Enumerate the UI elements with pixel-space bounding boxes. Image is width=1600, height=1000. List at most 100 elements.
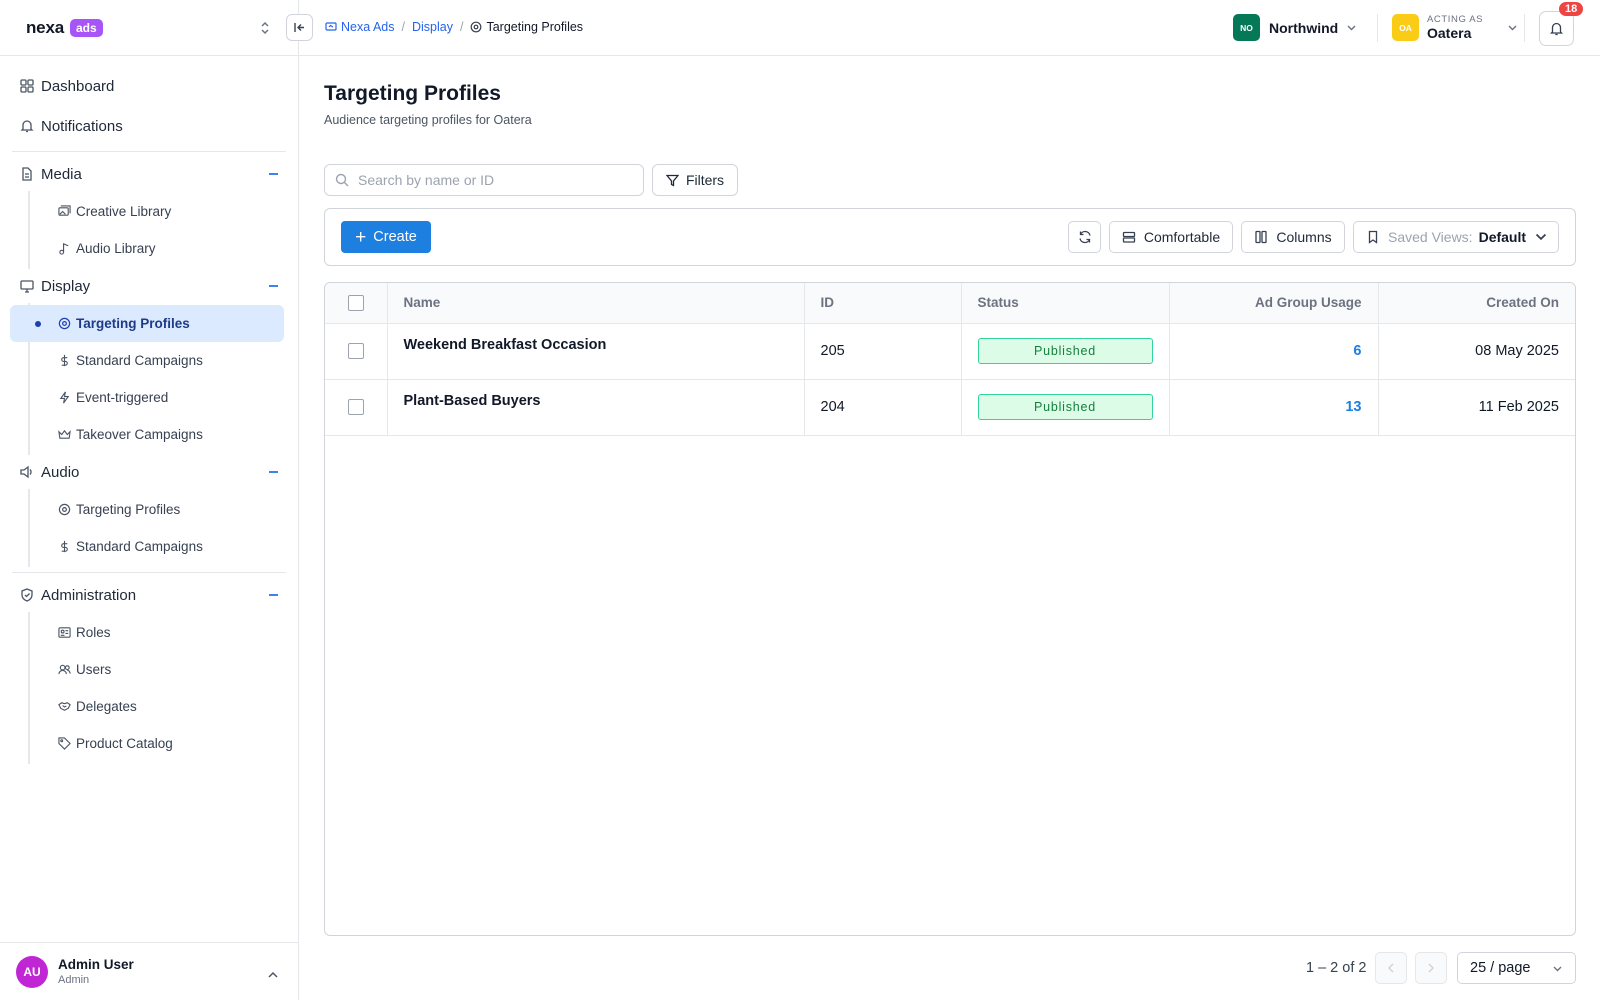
sidebar-item-label: Event-triggered — [76, 390, 169, 405]
notifications-button[interactable] — [1539, 11, 1574, 46]
nav-group-media[interactable]: Media — [0, 157, 298, 191]
sidebar-item-label: Targeting Profiles — [76, 502, 181, 517]
nav-group-administration[interactable]: Administration — [0, 578, 298, 612]
id-card-icon — [58, 626, 71, 639]
sidebar: nexa ads Dashboard Notifications Media C… — [0, 0, 299, 1000]
search-icon — [335, 173, 349, 187]
column-header-id[interactable]: ID — [804, 283, 962, 324]
sidebar-item-label: Targeting Profiles — [76, 316, 190, 331]
divider — [1524, 14, 1525, 42]
column-header-status[interactable]: Status — [961, 283, 1170, 324]
sidebar-item-label: Takeover Campaigns — [76, 427, 203, 442]
org-switcher[interactable]: NO Northwind — [1233, 14, 1357, 41]
data-table: Name ID Status Ad Group Usage Created On… — [324, 282, 1576, 936]
table-row[interactable]: Weekend Breakfast Occasion 205 Published… — [325, 323, 1575, 380]
cell-ad-group-usage-link[interactable]: 13 — [1169, 379, 1379, 436]
breadcrumb-current: Targeting Profiles — [470, 20, 583, 34]
user-name: Admin User — [58, 957, 134, 972]
sidebar-item-users[interactable]: Users — [10, 651, 284, 688]
search-input[interactable] — [358, 172, 628, 188]
sidebar-item-audio-standard-campaigns[interactable]: Standard Campaigns — [10, 528, 284, 565]
columns-icon — [1255, 230, 1268, 244]
search-box[interactable] — [324, 164, 644, 196]
row-checkbox[interactable] — [347, 399, 364, 416]
acting-as-switcher[interactable]: OA ACTING AS Oatera — [1392, 14, 1518, 41]
acting-avatar: OA — [1392, 14, 1419, 41]
nav-notifications-label: Notifications — [41, 117, 123, 135]
cell-name[interactable]: Plant-Based Buyers — [387, 379, 805, 436]
density-button[interactable]: Comfortable — [1109, 221, 1233, 253]
refresh-button[interactable] — [1068, 221, 1101, 253]
collapse-minus-icon[interactable] — [269, 173, 278, 175]
column-header-ad-group-usage[interactable]: Ad Group Usage — [1169, 283, 1379, 324]
select-all-checkbox[interactable] — [347, 294, 364, 311]
chevron-right-icon — [1428, 963, 1435, 973]
sidebar-item-audio-library[interactable]: Audio Library — [10, 230, 284, 267]
nav-dashboard[interactable]: Dashboard — [0, 66, 298, 106]
tag-icon — [58, 737, 71, 750]
sidebar-item-product-catalog[interactable]: Product Catalog — [10, 725, 284, 762]
status-badge: Published — [977, 338, 1153, 364]
shield-icon — [21, 588, 33, 602]
pagination-range: 1 – 2 of 2 — [1306, 960, 1367, 976]
collapse-sidebar-button[interactable] — [286, 14, 313, 41]
nav-group-audio[interactable]: Audio — [0, 455, 298, 489]
grid-icon — [20, 79, 34, 93]
nav-group-audio-label: Audio — [41, 463, 80, 481]
cell-ad-group-usage-link[interactable]: 6 — [1169, 323, 1379, 380]
sidebar-item-display-targeting-profiles[interactable]: Targeting Profiles — [10, 305, 284, 342]
sidebar-item-delegates[interactable]: Delegates — [10, 688, 284, 725]
breadcrumb-nexa-ads[interactable]: Nexa Ads — [325, 20, 395, 34]
sidebar-item-takeover-campaigns[interactable]: Takeover Campaigns — [10, 416, 284, 453]
chevron-up-icon[interactable] — [267, 967, 279, 978]
sidebar-item-display-standard-campaigns[interactable]: Standard Campaigns — [10, 342, 284, 379]
saved-views-select[interactable]: Saved Views: Default — [1353, 221, 1559, 253]
prev-page-button[interactable] — [1375, 952, 1407, 984]
dollar-icon — [58, 354, 71, 367]
page-size-select[interactable]: 25 / page — [1457, 952, 1576, 984]
sidebar-item-event-triggered[interactable]: Event-triggered — [10, 379, 284, 416]
user-menu[interactable]: AU Admin User Admin — [0, 942, 299, 1000]
next-page-button[interactable] — [1415, 952, 1447, 984]
filters-button[interactable]: Filters — [652, 164, 738, 196]
table-header-row: Name ID Status Ad Group Usage Created On — [325, 283, 1575, 324]
sidebar-item-label: Standard Campaigns — [76, 539, 203, 554]
org-avatar: NO — [1233, 14, 1260, 41]
create-button[interactable]: + Create — [341, 221, 431, 253]
sidebar-item-audio-targeting-profiles[interactable]: Targeting Profiles — [10, 491, 284, 528]
nav-dashboard-label: Dashboard — [41, 77, 115, 95]
columns-button[interactable]: Columns — [1241, 221, 1345, 253]
notification-count-badge: 18 — [1559, 2, 1584, 16]
avatar: AU — [16, 955, 48, 988]
nav-group-display[interactable]: Display — [0, 269, 298, 303]
collapse-minus-icon[interactable] — [269, 471, 278, 473]
filters-label: Filters — [685, 172, 725, 188]
column-header-created-on[interactable]: Created On — [1378, 283, 1575, 324]
row-checkbox[interactable] — [347, 343, 364, 360]
cell-name[interactable]: Weekend Breakfast Occasion — [387, 323, 805, 380]
target-icon — [58, 317, 71, 330]
images-icon — [58, 205, 71, 218]
table-row[interactable]: Plant-Based Buyers 204 Published 13 11 F… — [325, 379, 1575, 436]
users-icon — [58, 663, 71, 676]
main-content: Targeting Profiles Audience targeting pr… — [299, 56, 1600, 1000]
sidebar-item-roles[interactable]: Roles — [10, 614, 284, 651]
chevron-up-down-icon[interactable] — [258, 19, 272, 37]
nav-group-media-items: Creative Library Audio Library — [28, 191, 298, 269]
breadcrumb-display[interactable]: Display — [412, 20, 453, 34]
sidebar-item-label: Creative Library — [76, 204, 172, 219]
column-header-name[interactable]: Name — [387, 283, 805, 324]
sidebar-item-creative-library[interactable]: Creative Library — [10, 193, 284, 230]
breadcrumb-label: Targeting Profiles — [486, 20, 584, 34]
logo-text: nexa — [26, 17, 64, 37]
status-badge: Published — [977, 394, 1153, 420]
speaker-icon — [20, 465, 32, 479]
page-subtitle: Audience targeting profiles for Oatera — [324, 113, 532, 127]
collapse-minus-icon[interactable] — [269, 594, 278, 596]
divider — [12, 572, 286, 573]
nav-group-display-label: Display — [41, 277, 91, 295]
nav-group-administration-label: Administration — [41, 586, 137, 604]
sidebar-header: nexa ads — [0, 0, 298, 56]
nav-notifications[interactable]: Notifications — [0, 106, 298, 146]
collapse-minus-icon[interactable] — [269, 285, 278, 287]
